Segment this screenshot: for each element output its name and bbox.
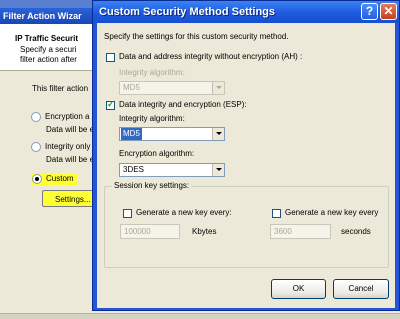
seconds-unit-label: seconds (341, 227, 371, 236)
kbytes-checkbox[interactable] (123, 209, 132, 218)
wizard-header-description-line: filter action after (20, 55, 77, 64)
kbytes-input: 100000 (120, 224, 180, 239)
kbytes-unit-label: Kbytes (192, 227, 217, 236)
session-key-groupbox: Session key settings: Generate a new key… (104, 181, 389, 268)
settings-button[interactable]: Settings... (42, 190, 94, 207)
seconds-checkbox[interactable] (272, 209, 281, 218)
esp-checkbox[interactable] (106, 99, 115, 110)
esp-integrity-value: MD5 (121, 128, 142, 140)
cancel-button[interactable]: Cancel (333, 279, 389, 299)
radio-description: Data will be e (46, 125, 95, 134)
seconds-value: 3600 (274, 227, 292, 236)
wizard-header-title: IP Traffic Securit (15, 34, 78, 43)
radio-label: Custom (46, 174, 74, 184)
esp-encryption-value: 3DES (123, 165, 144, 174)
wizard-titlebar: Filter Action Wizar (0, 8, 95, 24)
chevron-down-icon[interactable] (212, 164, 224, 176)
session-key-legend: Session key settings: (112, 181, 192, 190)
radio-custom-option[interactable]: Custom (31, 173, 78, 186)
wizard-header: IP Traffic Securit Specify a securi filt… (0, 24, 92, 71)
radio-label: Encryption a (45, 112, 90, 122)
esp-integrity-select[interactable]: MD5 (119, 127, 225, 141)
dialog-titlebar[interactable]: Custom Security Method Settings ? ✕ (93, 1, 399, 23)
seconds-input: 3600 (270, 224, 331, 239)
ah-integrity-select: MD5 (119, 81, 225, 95)
esp-integrity-label: Integrity algorithm: (119, 114, 185, 123)
custom-highlight: Custom (31, 173, 78, 186)
radio-integrity-option[interactable]: Integrity only (31, 142, 90, 152)
ah-integrity-label: Integrity algorithm: (119, 68, 185, 77)
kbytes-value: 100000 (124, 227, 151, 236)
radio-encryption-option[interactable]: Encryption a (31, 112, 89, 122)
dialog-client-area: Specify the settings for this custom sec… (97, 23, 395, 308)
custom-security-method-dialog: Custom Security Method Settings ? ✕ Spec… (92, 0, 400, 311)
close-button[interactable]: ✕ (380, 3, 397, 20)
radio-button-icon[interactable] (31, 112, 41, 122)
kbytes-checkbox-label[interactable]: Generate a new key every: (136, 208, 232, 217)
radio-button-icon[interactable] (31, 142, 41, 152)
esp-checkbox-label[interactable]: Data integrity and encryption (ESP): (119, 100, 247, 109)
wizard-header-description: Specify a securi filter action after (20, 45, 95, 65)
ah-checkbox-label[interactable]: Data and address integrity without encry… (119, 52, 302, 61)
esp-encryption-label: Encryption algorithm: (119, 149, 195, 158)
background-window-strip (0, 0, 92, 8)
radio-button-checked-icon[interactable] (32, 174, 42, 184)
dialog-title: Custom Security Method Settings (99, 6, 276, 18)
chevron-down-icon (212, 82, 224, 94)
radio-description: Data will be e (46, 155, 95, 164)
esp-encryption-select[interactable]: 3DES (119, 163, 225, 177)
help-button[interactable]: ? (361, 3, 378, 20)
seconds-checkbox-label[interactable]: Generate a new key every (285, 208, 378, 217)
wizard-intro-text: This filter action (32, 84, 89, 93)
ah-integrity-value: MD5 (123, 83, 140, 92)
radio-label: Integrity only (45, 142, 91, 152)
ok-button[interactable]: OK (271, 279, 326, 299)
background-bottom-edge (0, 313, 400, 319)
ah-checkbox[interactable] (106, 53, 115, 62)
instructions-text: Specify the settings for this custom sec… (104, 32, 289, 41)
chevron-down-icon[interactable] (212, 128, 224, 140)
wizard-header-description-line: Specify a securi (20, 45, 77, 54)
